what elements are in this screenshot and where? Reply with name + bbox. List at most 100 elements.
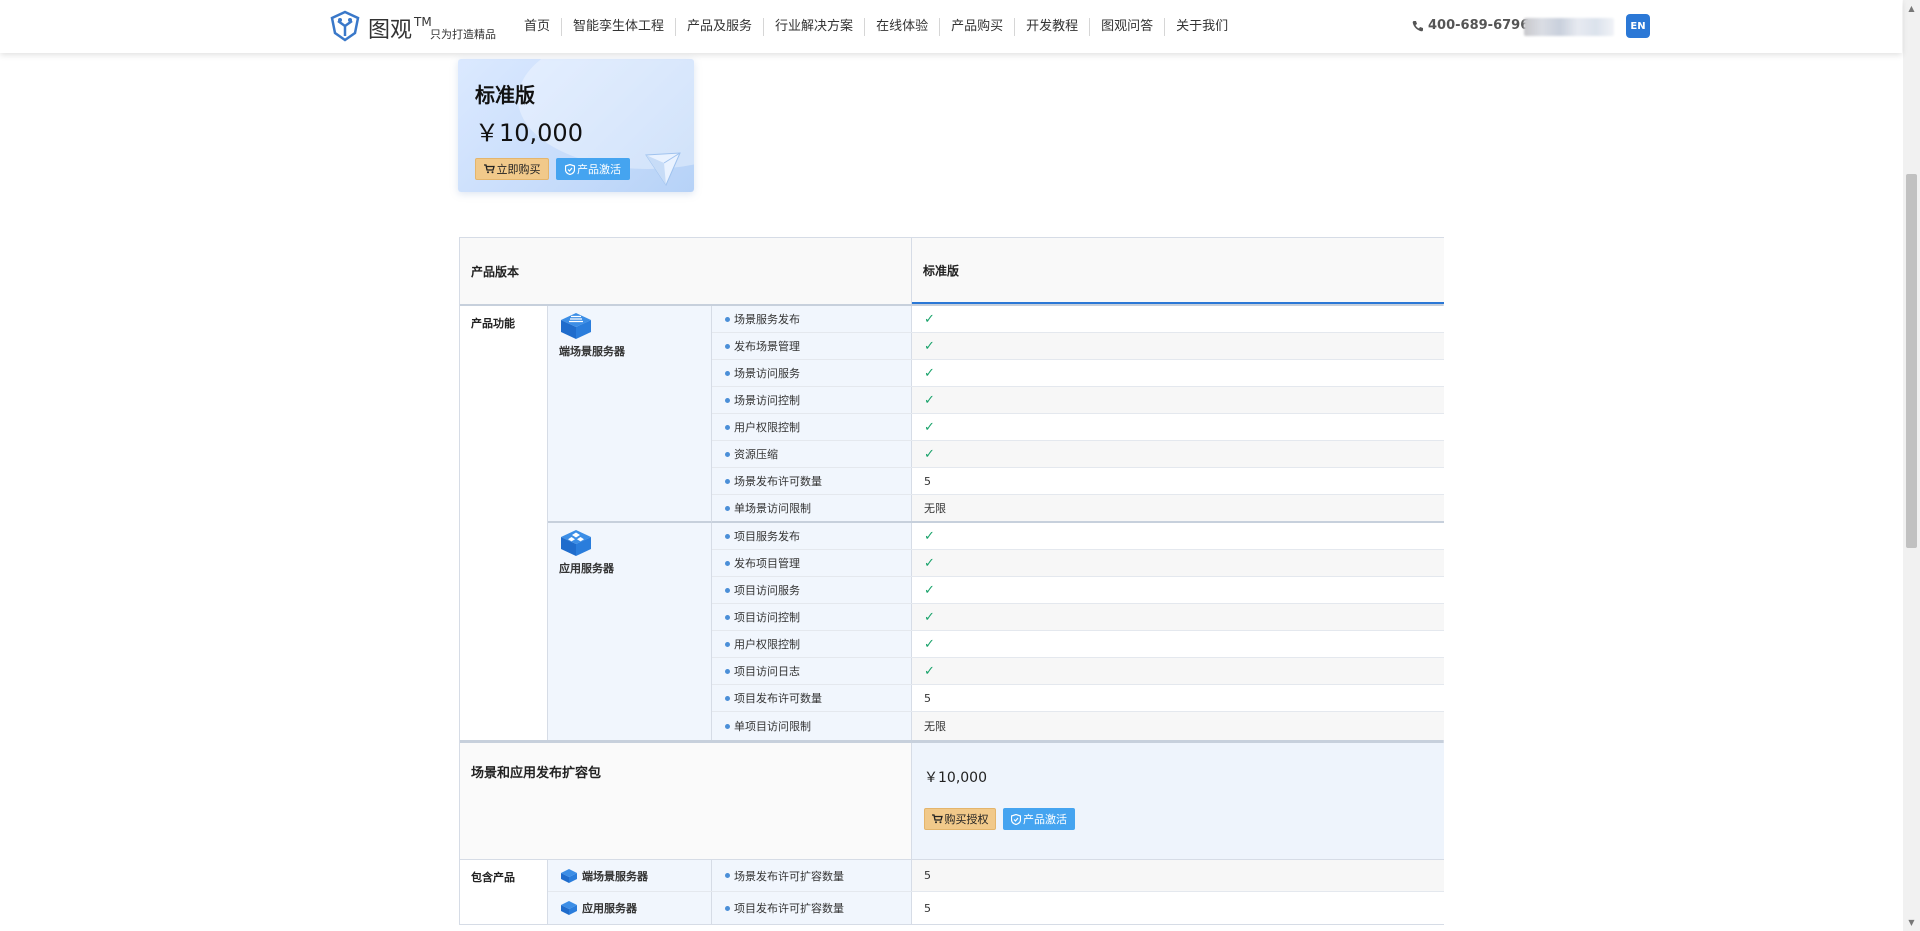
feature-value: ✓ [912, 577, 1444, 603]
buy-now-label: 立即购买 [496, 163, 541, 176]
nav-solutions[interactable]: 行业解决方案 [763, 18, 864, 36]
nav-tutorials[interactable]: 开发教程 [1014, 18, 1089, 36]
buy-now-button[interactable]: 立即购买 [475, 158, 549, 180]
scene-server-rows: 场景服务发布 ✓ 发布场景管理 ✓ 场景访问服务 ✓ 场景访问控制 ✓ 用户权限… [712, 306, 1444, 523]
logo-slogan: 只为打造精品 [430, 28, 496, 41]
included-service-cell: 端场景服务器 [548, 860, 712, 891]
nav-purchase[interactable]: 产品购买 [939, 18, 1014, 36]
nav-products-services[interactable]: 产品及服务 [675, 18, 763, 36]
table-row: 资源压缩 ✓ [712, 441, 1444, 468]
feature-name: 发布场景管理 [712, 333, 912, 359]
table-row: 用户权限控制 ✓ [712, 631, 1444, 658]
language-switch-button[interactable]: EN [1626, 14, 1650, 38]
expansion-activate-button[interactable]: 产品激活 [1003, 808, 1075, 830]
buy-license-button[interactable]: 购买授权 [924, 808, 996, 830]
nav-home[interactable]: 首页 [520, 18, 561, 36]
feature-value: ✓ [912, 658, 1444, 684]
app-server-rows: 项目服务发布 ✓ 发布项目管理 ✓ 项目访问服务 ✓ 项目访问控制 ✓ 用户权限… [712, 523, 1444, 740]
scroll-thumb[interactable] [1906, 174, 1917, 548]
table-row: 发布场景管理 ✓ [712, 333, 1444, 360]
scene-server-cell: 端场景服务器 [548, 306, 712, 523]
feature-value: ✓ [912, 360, 1444, 386]
feature-name: 项目服务发布 [712, 523, 912, 549]
table-row: 项目访问控制 ✓ [712, 604, 1444, 631]
scroll-up-arrow-icon[interactable]: ▲ [1903, 0, 1920, 17]
included-row: 端场景服务器 场景发布许可扩容数量 5 [548, 860, 1444, 892]
table-row: 项目服务发布 ✓ [712, 523, 1444, 550]
feature-name: 发布项目管理 [712, 550, 912, 576]
nav-online-demo[interactable]: 在线体验 [864, 18, 939, 36]
feature-value: ✓ [912, 523, 1444, 549]
card-title: 标准版 [475, 83, 535, 107]
table-row: 场景发布许可数量 5 [712, 468, 1444, 495]
feature-value: ✓ [912, 550, 1444, 576]
feature-value: 5 [912, 685, 1444, 711]
feature-value: ✓ [912, 631, 1444, 657]
feature-name: 单场景访问限制 [712, 495, 912, 521]
feature-name: 项目发布许可扩容数量 [712, 892, 912, 924]
activate-product-label: 产品激活 [577, 163, 621, 176]
shield-icon [565, 163, 575, 175]
logo-mark-icon [330, 10, 360, 42]
app-server-cell: 应用服务器 [548, 523, 712, 740]
table-row: 场景访问控制 ✓ [712, 387, 1444, 414]
feature-name: 场景发布许可扩容数量 [712, 860, 912, 891]
check-icon: ✓ [924, 663, 935, 679]
scene-server-icon [561, 313, 591, 339]
logo-name: 图观 [368, 18, 413, 43]
included-label: 包含产品 [471, 871, 515, 884]
activate-product-button[interactable]: 产品激活 [556, 158, 630, 180]
table-row: 单场景访问限制 无限 [712, 495, 1444, 521]
feature-name: 场景服务发布 [712, 306, 912, 332]
feature-name: 场景发布许可数量 [712, 468, 912, 494]
feature-name: 资源压缩 [712, 441, 912, 467]
table-header-row: 产品版本 标准版 [460, 238, 1444, 306]
feature-name: 场景访问服务 [712, 360, 912, 386]
expansion-title: 场景和应用发布扩容包 [471, 766, 602, 781]
feature-rows: 场景服务发布 ✓ 发布场景管理 ✓ 场景访问服务 ✓ 场景访问控制 ✓ 用户权限… [712, 306, 1444, 740]
check-icon: ✓ [924, 582, 935, 598]
scroll-down-arrow-icon[interactable]: ▼ [1903, 914, 1920, 931]
feature-value: ✓ [912, 414, 1444, 440]
check-icon: ✓ [924, 555, 935, 571]
check-icon: ✓ [924, 392, 935, 408]
site-logo[interactable]: 图观 TM 只为打造精品 [328, 7, 498, 45]
feature-name: 用户权限控制 [712, 631, 912, 657]
nav-twin-engineering[interactable]: 智能孪生体工程 [561, 18, 675, 36]
phone-icon [1412, 20, 1423, 31]
check-icon: ✓ [924, 365, 935, 381]
check-icon: ✓ [924, 311, 935, 327]
feature-block: 产品功能 端场景服务器 应用服务器 场景服务发布 ✓ 发布场景管理 ✓ 场景访问… [460, 306, 1444, 740]
check-icon: ✓ [924, 609, 935, 625]
feature-value: 无限 [912, 495, 1444, 521]
table-row: 场景服务发布 ✓ [712, 306, 1444, 333]
nav-about[interactable]: 关于我们 [1164, 18, 1239, 36]
feature-value: 无限 [912, 712, 1444, 740]
nav-qa[interactable]: 图观问答 [1089, 18, 1164, 36]
feature-name: 项目访问日志 [712, 658, 912, 684]
feature-value: ✓ [912, 604, 1444, 630]
feature-value: 5 [912, 892, 1444, 924]
table-row: 项目访问日志 ✓ [712, 658, 1444, 685]
top-header: 图观 TM 只为打造精品 首页 智能孪生体工程 产品及服务 行业解决方案 在线体… [0, 0, 1902, 53]
table-row: 项目发布许可数量 5 [712, 685, 1444, 712]
shield-icon [1011, 813, 1021, 825]
feature-name: 用户权限控制 [712, 414, 912, 440]
main-nav: 首页 智能孪生体工程 产品及服务 行业解决方案 在线体验 产品购买 开发教程 图… [520, 18, 1239, 36]
table-row: 用户权限控制 ✓ [712, 414, 1444, 441]
scene-server-icon [561, 868, 577, 883]
check-icon: ✓ [924, 528, 935, 544]
feature-value: ✓ [912, 306, 1444, 332]
page-scrollbar[interactable]: ▲ ▼ [1903, 0, 1920, 931]
feature-value: 5 [912, 468, 1444, 494]
features-label: 产品功能 [471, 317, 515, 330]
check-icon: ✓ [924, 419, 935, 435]
user-info-blurred[interactable] [1524, 18, 1614, 36]
included-products-block: 包含产品 端场景服务器 场景发布许可扩容数量 5 应用服务器 项目发布许可扩容数… [460, 860, 1444, 924]
scene-server-name: 端场景服务器 [559, 345, 625, 358]
feature-value: 5 [912, 860, 1444, 891]
expansion-title-cell: 场景和应用发布扩容包 [460, 743, 912, 859]
check-icon: ✓ [924, 446, 935, 462]
header-version-label: 产品版本 [460, 238, 912, 304]
app-server-name: 应用服务器 [559, 562, 614, 575]
